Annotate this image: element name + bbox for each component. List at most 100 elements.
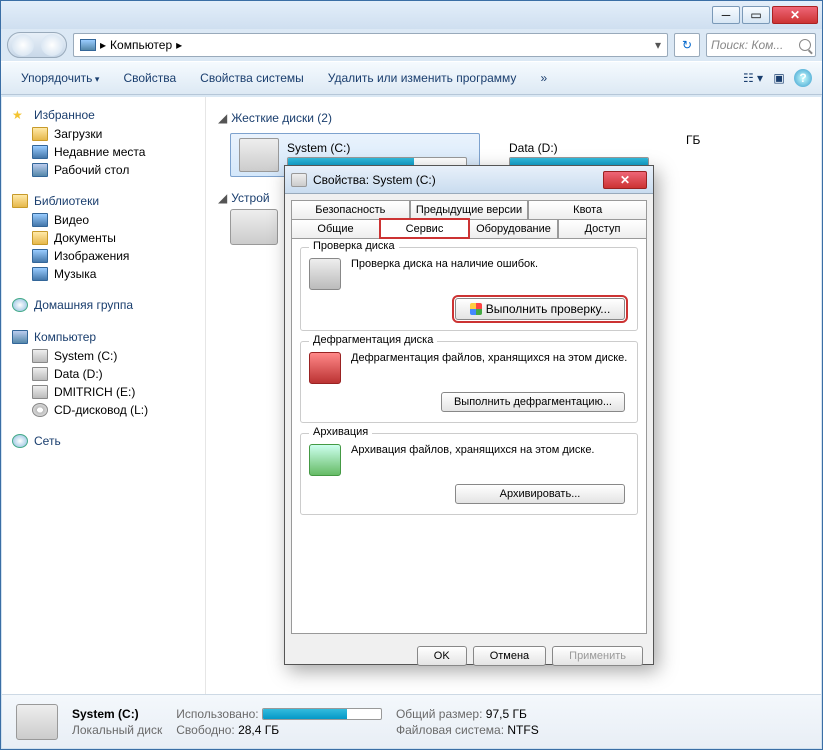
sidebar-item-systemc[interactable]: System (C:) (6, 347, 201, 365)
help-icon[interactable]: ? (794, 69, 812, 87)
sidebar-item-video[interactable]: Видео (6, 211, 201, 229)
address-row: ▸ Компьютер ▸ ▾ ↻ Поиск: Ком... (1, 29, 822, 61)
documents-icon (32, 231, 48, 245)
view-options-icon[interactable]: ☷ ▾ (742, 67, 764, 89)
hard-drives-header: ◢Жесткие диски (2) (218, 105, 809, 129)
free-value: 28,4 ГБ (238, 723, 279, 737)
network-icon (12, 434, 28, 448)
tab-previous-versions[interactable]: Предыдущие версии (410, 200, 529, 219)
homegroup-icon (12, 298, 28, 312)
dialog-titlebar[interactable]: Свойства: System (C:) ✕ (285, 166, 653, 194)
toolbar-overflow[interactable]: » (530, 67, 557, 89)
drive-icon (239, 138, 279, 172)
computer-icon (12, 330, 28, 344)
minimize-button[interactable]: ─ (712, 6, 740, 24)
apply-button[interactable]: Применить (552, 646, 643, 666)
sidebar-item-images[interactable]: Изображения (6, 247, 201, 265)
back-button[interactable] (12, 34, 34, 56)
search-input[interactable]: Поиск: Ком... (706, 33, 816, 57)
address-dropdown[interactable]: ▾ (655, 38, 661, 52)
music-icon (32, 267, 48, 281)
sidebar: ★Избранное Загрузки Недавние места Рабоч… (2, 97, 206, 748)
computer-icon (80, 39, 96, 51)
properties-dialog: Свойства: System (C:) ✕ Безопасность Пре… (284, 165, 654, 665)
properties-button[interactable]: Свойства (113, 67, 186, 89)
network-header[interactable]: Сеть (6, 431, 201, 451)
uninstall-button[interactable]: Удалить или изменить программу (318, 67, 527, 89)
breadcrumb-sep: ▸ (100, 38, 106, 52)
defrag-description: Дефрагментация файлов, хранящихся на это… (351, 352, 629, 364)
cancel-button[interactable]: Отмена (473, 646, 546, 666)
check-disk-legend: Проверка диска (309, 240, 399, 252)
backup-button[interactable]: Архивировать... (455, 484, 625, 504)
desktop-icon (32, 163, 48, 177)
dialog-title: Свойства: System (C:) (313, 173, 436, 187)
fs-label: Файловая система: (396, 723, 504, 737)
backup-legend: Архивация (309, 426, 372, 438)
backup-description: Архивация файлов, хранящихся на этом дис… (351, 444, 629, 456)
forward-button[interactable] (41, 34, 63, 56)
status-bar: System (C:) Локальный диск Использовано:… (2, 694, 821, 748)
cd-icon (32, 403, 48, 417)
toolbar: Упорядочить Свойства Свойства системы Уд… (1, 61, 822, 95)
group-backup: Архивация Архивация файлов, хранящихся н… (300, 433, 638, 515)
defrag-button[interactable]: Выполнить дефрагментацию... (441, 392, 625, 412)
organize-menu[interactable]: Упорядочить (11, 67, 109, 89)
folder-icon (32, 127, 48, 141)
tab-general[interactable]: Общие (291, 219, 380, 238)
close-button[interactable]: ✕ (772, 6, 818, 24)
video-icon (32, 213, 48, 227)
computer-header[interactable]: Компьютер (6, 327, 201, 347)
group-check-disk: Проверка диска Проверка диска на наличие… (300, 247, 638, 331)
check-disk-button[interactable]: Выполнить проверку... (455, 298, 625, 320)
sidebar-item-cd[interactable]: CD-дисковод (L:) (6, 401, 201, 419)
homegroup-header[interactable]: Домашняя группа (6, 295, 201, 315)
defrag-icon (309, 352, 341, 384)
tab-security[interactable]: Безопасность (291, 200, 410, 219)
sidebar-item-music[interactable]: Музыка (6, 265, 201, 283)
sidebar-item-recent[interactable]: Недавние места (6, 143, 201, 161)
nav-buttons[interactable] (7, 32, 67, 58)
fs-value: NTFS (507, 723, 538, 737)
tab-tools[interactable]: Сервис (380, 219, 469, 238)
sidebar-item-downloads[interactable]: Загрузки (6, 125, 201, 143)
sidebar-item-dmitrich[interactable]: DMITRICH (E:) (6, 383, 201, 401)
ok-button[interactable]: OK (417, 646, 467, 666)
tab-quota[interactable]: Квота (528, 200, 647, 219)
sidebar-item-datad[interactable]: Data (D:) (6, 365, 201, 383)
collapse-icon[interactable]: ◢ (218, 191, 227, 205)
sidebar-item-documents[interactable]: Документы (6, 229, 201, 247)
drive-icon (32, 385, 48, 399)
total-value: 97,5 ГБ (486, 707, 527, 721)
maximize-button[interactable]: ▭ (742, 6, 770, 24)
star-icon: ★ (12, 108, 28, 122)
drive-label: Data (D:) (509, 141, 649, 155)
tab-content: Проверка диска Проверка диска на наличие… (291, 238, 647, 634)
libraries-header[interactable]: Библиотеки (6, 191, 201, 211)
refresh-button[interactable]: ↻ (674, 33, 700, 57)
check-disk-description: Проверка диска на наличие ошибок. (351, 258, 629, 270)
breadcrumb-sep: ▸ (176, 38, 182, 52)
drive-label: System (C:) (287, 141, 467, 155)
system-properties-button[interactable]: Свойства системы (190, 67, 314, 89)
preview-pane-icon[interactable]: ▣ (768, 67, 790, 89)
tab-sharing[interactable]: Доступ (558, 219, 647, 238)
status-drive-name: System (C:) (72, 707, 162, 721)
dialog-close-button[interactable]: ✕ (603, 171, 647, 189)
sidebar-item-desktop[interactable]: Рабочий стол (6, 161, 201, 179)
search-placeholder: Поиск: Ком... (711, 38, 783, 52)
free-label: Свободно: (176, 723, 235, 737)
shield-icon (470, 303, 482, 315)
disk-icon (309, 258, 341, 290)
device-item[interactable] (230, 209, 278, 245)
used-bar (262, 708, 382, 720)
tab-hardware[interactable]: Оборудование (469, 219, 558, 238)
address-bar[interactable]: ▸ Компьютер ▸ ▾ (73, 33, 668, 57)
drive-icon (32, 349, 48, 363)
collapse-icon[interactable]: ◢ (218, 111, 227, 125)
gb-text: ГБ (686, 133, 700, 177)
favorites-header[interactable]: ★Избранное (6, 105, 201, 125)
search-icon (799, 39, 811, 51)
recent-icon (32, 145, 48, 159)
breadcrumb-computer[interactable]: Компьютер (110, 38, 172, 52)
